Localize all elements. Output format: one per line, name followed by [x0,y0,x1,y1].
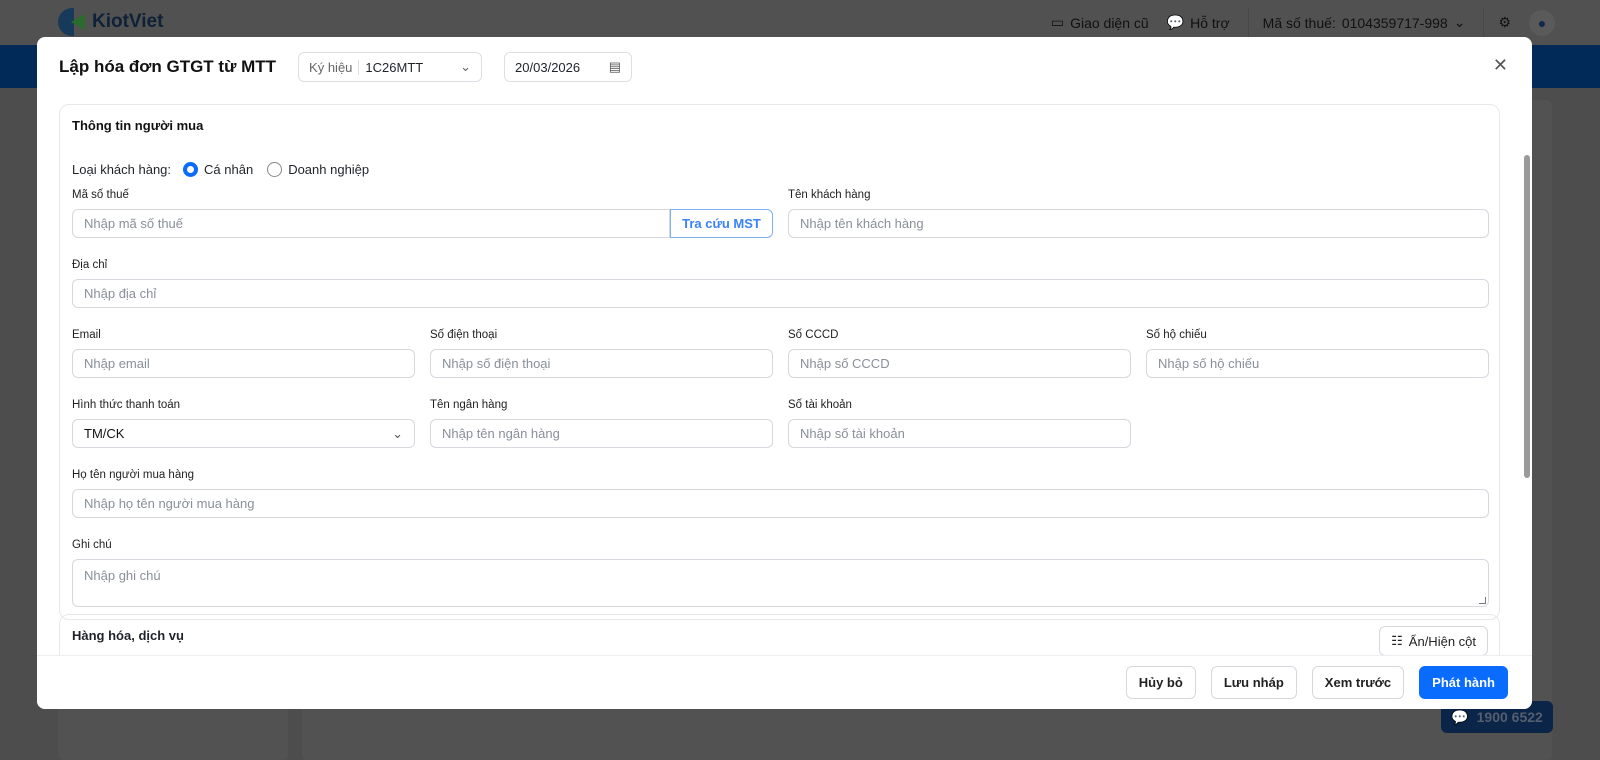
symbol-value: 1C26MTT [365,59,424,75]
symbol-select[interactable]: Ký hiệu 1C26MTT ⌄ [298,52,483,82]
email-input[interactable]: Nhập email [72,349,415,378]
goods-section: Hàng hóa, dịch vụ ☷ Ẩn/Hiện cột [59,614,1500,655]
save-draft-button[interactable]: Lưu nháp [1210,666,1297,699]
field-label: Họ tên người mua hàng [72,469,195,481]
chevron-down-icon: ⌄ [1453,14,1466,30]
modal-footer: Hủy bỏ Lưu nháp Xem trước Phát hành [37,655,1532,709]
radio-individual[interactable]: Cá nhân [183,162,253,177]
field-label: Tên ngân hàng [430,399,508,411]
field-label: Tên khách hàng [788,189,871,201]
kiotviet-logo[interactable]: KiotViet [58,8,163,36]
tax-code-input[interactable]: Nhập mã số thuế [72,209,670,238]
hotline-number: 1900 6522 [1476,709,1543,725]
field-label: Email [72,329,101,341]
modal-title: Lập hóa đơn GTGT từ MTT [59,57,277,76]
section-title: Thông tin người mua [72,118,204,133]
toggle-columns-label: Ẩn/Hiện cột [1408,633,1476,649]
toggle-columns-button[interactable]: ☷ Ẩn/Hiện cột [1379,626,1488,655]
payment-method-select[interactable]: TM/CK ⌄ [72,419,415,448]
cancel-button[interactable]: Hủy bỏ [1125,666,1196,699]
cccd-input[interactable]: Nhập số CCCD [788,349,1131,378]
buyer-info-section: Thông tin người mua Loại khách hàng: Cá … [59,104,1500,620]
lookup-tax-button[interactable]: Tra cứu MST [670,209,773,238]
create-invoice-modal: Lập hóa đơn GTGT từ MTT Ký hiệu 1C26MTT ⌄ … [37,37,1532,709]
tax-value: 0104359717-998 [1341,14,1448,31]
old-ui-link[interactable]: ▭ Giao diện cũ [1051,14,1149,31]
gear-icon: ⚙ [1498,14,1511,30]
date-picker[interactable]: 20/03/2026 ▤ [504,52,633,82]
phone-input[interactable]: Nhập số điện thoại [430,349,773,378]
modal-body: Thông tin người mua Loại khách hàng: Cá … [37,97,1532,655]
scrollbar[interactable] [1524,155,1530,478]
radio-label: Cá nhân [204,162,254,177]
columns-icon: ☷ [1391,633,1403,648]
field-label: Mã số thuế [72,189,129,201]
note-textarea[interactable]: Nhập ghi chú [72,559,1489,607]
divider [1247,6,1249,39]
address-input[interactable]: Nhập địa chỉ [72,279,1489,308]
monitor-icon: ▭ [1050,14,1065,30]
payment-value: TM/CK [84,426,125,441]
symbol-label: Ký hiệu [309,59,360,75]
field-label: Số điện thoại [430,329,498,341]
old-ui-label: Giao diện cũ [1070,14,1149,31]
buyer-name-input[interactable]: Nhập họ tên người mua hàng [72,489,1489,518]
radio-unchecked-icon [267,162,283,177]
chat-icon: 💬 [1166,14,1185,30]
tax-code-selector[interactable]: Mã số thuế: 0104359717-998 ⌄ [1263,14,1466,31]
field-label: Ghi chú [72,539,112,551]
date-value: 20/03/2026 [515,59,581,75]
chevron-down-icon: ⌄ [392,425,403,441]
passport-input[interactable]: Nhập số hộ chiếu [1146,349,1489,378]
radio-checked-icon [183,162,199,177]
tax-label: Mã số thuế: [1262,14,1336,31]
field-label: Địa chỉ [72,259,108,271]
field-label: Số tài khoản [788,399,852,411]
issue-button[interactable]: Phát hành [1419,666,1508,699]
preview-button[interactable]: Xem trước [1311,666,1405,699]
divider [1483,6,1485,39]
brand-name: KiotViet [92,11,164,32]
section-title: Hàng hóa, dịch vụ [72,628,184,643]
bank-name-input[interactable]: Nhập tên ngân hàng [430,419,773,448]
account-number-input[interactable]: Nhập số tài khoản [788,419,1131,448]
customer-name-input[interactable]: Nhập tên khách hàng [788,209,1489,238]
customer-type-label: Loại khách hàng: [72,162,172,177]
support-link[interactable]: 💬 Hỗ trợ [1167,14,1230,31]
avatar[interactable]: ● [1529,9,1555,36]
field-label: Số hộ chiếu [1146,329,1207,341]
radio-business[interactable]: Doanh nghiệp [267,162,369,177]
field-label: Số CCCD [788,329,839,341]
logo-icon [58,8,86,36]
support-label: Hỗ trợ [1190,14,1230,31]
chat-icon: 💬 [1451,708,1469,725]
settings-button[interactable]: ⚙ [1498,14,1511,31]
field-label: Hình thức thanh toán [72,399,181,411]
radio-label: Doanh nghiệp [288,162,370,177]
close-icon[interactable]: ✕ [1493,55,1508,76]
calendar-icon: ▤ [608,59,622,74]
chevron-down-icon: ⌄ [460,59,472,74]
